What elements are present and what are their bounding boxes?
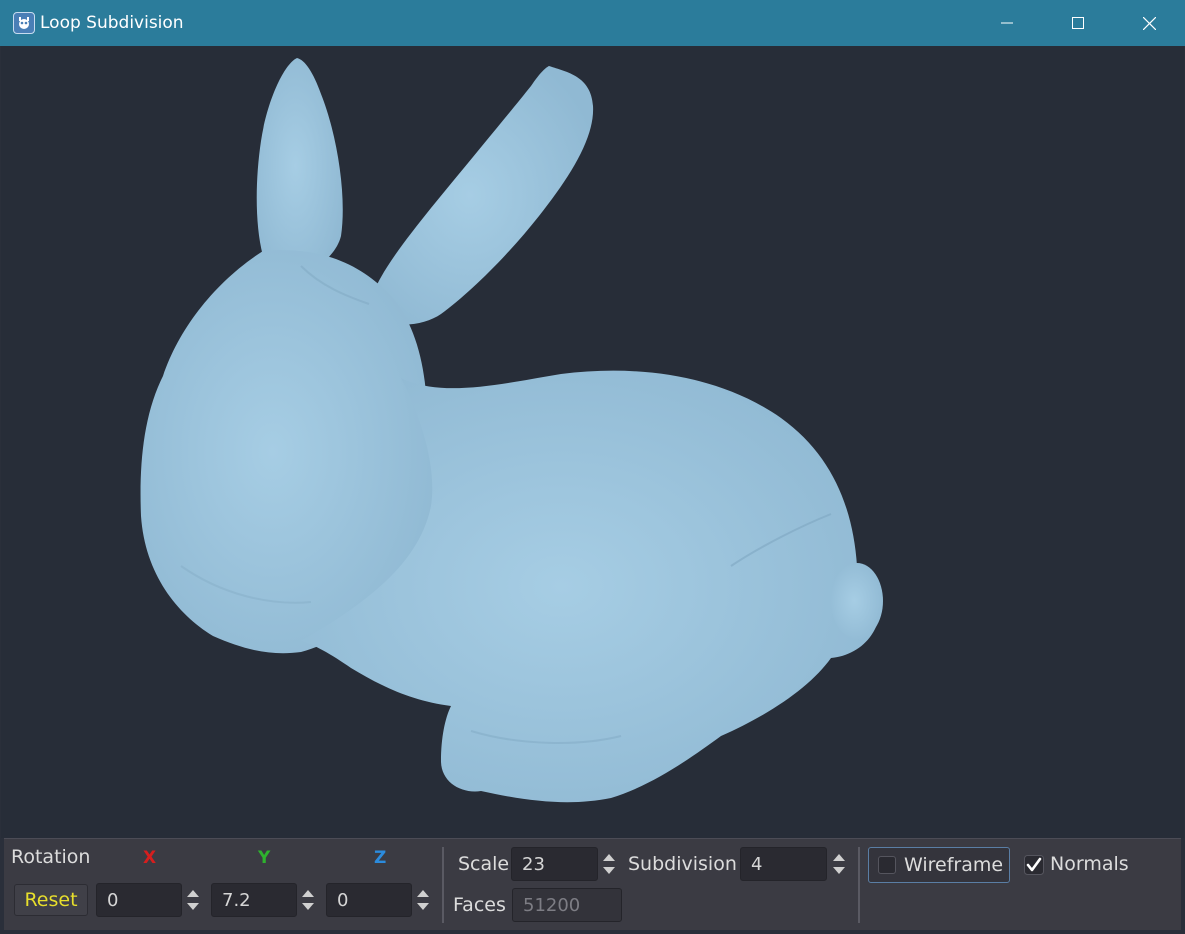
window-title: Loop Subdivision — [40, 13, 184, 33]
reset-button[interactable]: Reset — [14, 884, 88, 916]
normals-toggle[interactable]: Normals — [1024, 847, 1154, 883]
wireframe-toggle[interactable]: Wireframe — [868, 847, 1010, 883]
subdivision-label: Subdivision — [628, 853, 737, 875]
wireframe-label: Wireframe — [904, 854, 1004, 876]
rotation-x-input[interactable] — [96, 883, 182, 917]
check-icon[interactable] — [1024, 855, 1044, 875]
rotation-label: Rotation — [11, 846, 91, 868]
rotation-z-input[interactable] — [326, 883, 412, 917]
wireframe-checkbox[interactable] — [878, 856, 896, 874]
minimize-button[interactable] — [972, 0, 1042, 46]
scale-label: Scale — [458, 853, 510, 875]
axis-y-label: Y — [258, 848, 271, 868]
normals-label: Normals — [1050, 853, 1129, 875]
minimize-icon — [1001, 22, 1013, 24]
axis-x-label: X — [143, 848, 157, 868]
faces-label: Faces — [453, 894, 506, 916]
rotation-z-stepper-icon[interactable] — [415, 883, 431, 917]
faces-count-field — [512, 888, 622, 922]
maximize-button[interactable] — [1043, 0, 1113, 46]
close-button[interactable] — [1114, 0, 1184, 46]
rotation-y-input[interactable] — [211, 883, 297, 917]
3d-viewport[interactable] — [1, 46, 1184, 838]
panel-separator — [442, 847, 444, 923]
bunny-mesh — [140, 58, 883, 803]
scale-input[interactable] — [511, 847, 598, 881]
control-panel: Rotation X Y Z Reset Scale Subdivision F… — [4, 838, 1181, 930]
maximize-icon — [1072, 17, 1084, 29]
subdivision-input[interactable] — [740, 847, 827, 881]
subdivision-stepper-icon[interactable] — [831, 847, 847, 881]
axis-z-label: Z — [374, 848, 387, 868]
panel-separator — [858, 847, 860, 923]
rotation-y-stepper-icon[interactable] — [300, 883, 316, 917]
title-bar[interactable]: Loop Subdivision — [0, 0, 1185, 46]
rotation-x-stepper-icon[interactable] — [185, 883, 201, 917]
close-icon — [1142, 16, 1156, 30]
app-icon — [13, 12, 35, 34]
scale-stepper-icon[interactable] — [601, 847, 617, 881]
